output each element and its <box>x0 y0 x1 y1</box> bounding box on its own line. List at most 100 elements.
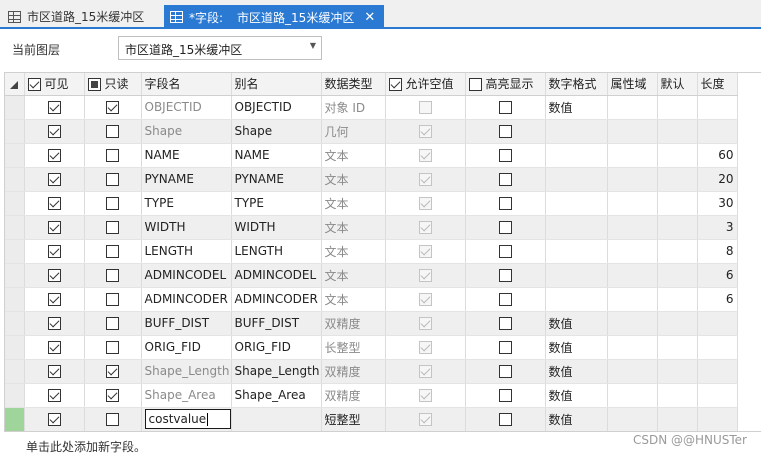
length-cell[interactable]: 6 <box>697 263 738 288</box>
number-format-cell[interactable] <box>545 119 608 144</box>
visible-cell[interactable] <box>24 383 85 408</box>
row-header[interactable] <box>5 263 25 288</box>
domain-cell[interactable] <box>607 359 658 384</box>
domain-cell[interactable] <box>607 167 658 192</box>
row-header[interactable] <box>5 167 25 192</box>
col-visible[interactable]: 可见 <box>24 73 85 96</box>
highlight-cell[interactable] <box>465 383 546 408</box>
readonly-cell[interactable] <box>84 239 142 264</box>
col-length[interactable]: 长度 <box>697 73 738 96</box>
readonly-checkbox[interactable] <box>106 149 119 162</box>
visible-cell[interactable] <box>24 287 85 312</box>
row-header[interactable] <box>5 143 25 168</box>
table-row[interactable]: BUFF_DIST BUFF_DIST 双精度 数值 <box>5 311 738 336</box>
readonly-checkbox[interactable] <box>106 197 119 210</box>
field-name-cell[interactable]: BUFF_DIST <box>141 311 232 336</box>
table-row[interactable]: Shape_Length Shape_Length 双精度 数值 <box>5 359 738 384</box>
table-row[interactable]: NAME NAME 文本 60 <box>5 143 738 168</box>
highlight-checkbox[interactable] <box>498 413 512 426</box>
visible-checkbox[interactable] <box>47 413 61 426</box>
readonly-checkbox[interactable] <box>106 125 119 138</box>
new-field-row[interactable]: costvalue 短整型 数值 <box>5 407 738 431</box>
col-readonly[interactable]: 只读 <box>84 73 142 96</box>
data-type-cell[interactable]: 文本 <box>321 143 386 168</box>
visible-cell[interactable] <box>24 119 85 144</box>
readonly-checkbox[interactable] <box>106 317 119 330</box>
highlight-checkbox[interactable] <box>498 149 512 162</box>
readonly-checkbox[interactable] <box>106 365 119 378</box>
visible-checkbox[interactable] <box>47 245 61 258</box>
highlight-cell[interactable] <box>465 407 546 431</box>
data-type-cell[interactable]: 长整型 <box>321 335 386 360</box>
select-all-corner[interactable] <box>5 73 25 96</box>
visible-checkbox[interactable] <box>47 149 61 162</box>
alias-cell[interactable]: Shape <box>231 119 322 144</box>
readonly-cell[interactable] <box>84 335 142 360</box>
highlight-checkbox[interactable] <box>498 221 512 234</box>
default-cell[interactable] <box>657 143 698 168</box>
highlight-cell[interactable] <box>465 239 546 264</box>
length-cell[interactable] <box>697 335 738 360</box>
visible-cell[interactable] <box>24 191 85 216</box>
alias-cell[interactable]: ORIG_FID <box>231 335 322 360</box>
default-cell[interactable] <box>657 359 698 384</box>
default-cell[interactable] <box>657 383 698 408</box>
field-name-cell[interactable]: LENGTH <box>141 239 232 264</box>
visible-cell[interactable] <box>24 215 85 240</box>
readonly-checkbox[interactable] <box>106 101 119 114</box>
visible-checkbox[interactable] <box>47 101 61 114</box>
domain-cell[interactable] <box>607 191 658 216</box>
row-header[interactable] <box>5 335 25 360</box>
data-type-cell[interactable]: 文本 <box>321 287 386 312</box>
row-header[interactable] <box>5 311 25 336</box>
table-row[interactable]: PYNAME PYNAME 文本 20 <box>5 167 738 192</box>
table-row[interactable]: ORIG_FID ORIG_FID 长整型 数值 <box>5 335 738 360</box>
highlight-checkbox[interactable] <box>498 365 512 378</box>
highlight-cell[interactable] <box>465 335 546 360</box>
field-name-cell[interactable]: NAME <box>141 143 232 168</box>
readonly-cell[interactable] <box>84 143 142 168</box>
length-cell[interactable] <box>697 95 738 120</box>
visible-cell[interactable] <box>24 335 85 360</box>
readonly-cell[interactable] <box>84 359 142 384</box>
highlight-checkbox[interactable] <box>498 269 512 282</box>
visible-checkbox[interactable] <box>47 389 61 402</box>
highlight-cell[interactable] <box>465 191 546 216</box>
highlight-checkbox[interactable] <box>498 389 512 402</box>
field-name-edit-input[interactable]: costvalue <box>144 409 230 429</box>
field-name-cell[interactable]: Shape <box>141 119 232 144</box>
alias-cell[interactable]: TYPE <box>231 191 322 216</box>
data-type-cell[interactable]: 短整型 <box>321 407 386 431</box>
table-row[interactable]: ADMINCODER ADMINCODER 文本 6 <box>5 287 738 312</box>
number-format-cell[interactable] <box>545 191 608 216</box>
alias-cell[interactable]: BUFF_DIST <box>231 311 322 336</box>
length-cell[interactable] <box>697 119 738 144</box>
default-cell[interactable] <box>657 287 698 312</box>
number-format-cell[interactable]: 数值 <box>545 335 608 360</box>
length-cell[interactable] <box>697 383 738 408</box>
readonly-cell[interactable] <box>84 407 142 431</box>
default-cell[interactable] <box>657 95 698 120</box>
visible-checkbox[interactable] <box>47 197 61 210</box>
length-cell[interactable] <box>697 359 738 384</box>
visible-cell[interactable] <box>24 311 85 336</box>
field-name-cell[interactable]: PYNAME <box>141 167 232 192</box>
alias-cell[interactable]: OBJECTID <box>231 95 322 120</box>
length-cell[interactable]: 20 <box>697 167 738 192</box>
visible-checkbox[interactable] <box>47 173 61 186</box>
table-row[interactable]: OBJECTID OBJECTID 对象 ID 数值 <box>5 95 738 120</box>
highlight-cell[interactable] <box>465 143 546 168</box>
row-header[interactable] <box>5 239 25 264</box>
length-cell[interactable] <box>697 311 738 336</box>
default-cell[interactable] <box>657 119 698 144</box>
readonly-cell[interactable] <box>84 191 142 216</box>
data-type-cell[interactable]: 文本 <box>321 239 386 264</box>
row-header[interactable] <box>5 95 25 120</box>
data-type-cell[interactable]: 文本 <box>321 215 386 240</box>
table-row[interactable]: LENGTH LENGTH 文本 8 <box>5 239 738 264</box>
highlight-checkbox[interactable] <box>498 245 512 258</box>
default-cell[interactable] <box>657 263 698 288</box>
highlight-checkbox[interactable] <box>498 197 512 210</box>
alias-cell[interactable]: WIDTH <box>231 215 322 240</box>
col-allow-null[interactable]: 允许空值 <box>385 73 466 96</box>
